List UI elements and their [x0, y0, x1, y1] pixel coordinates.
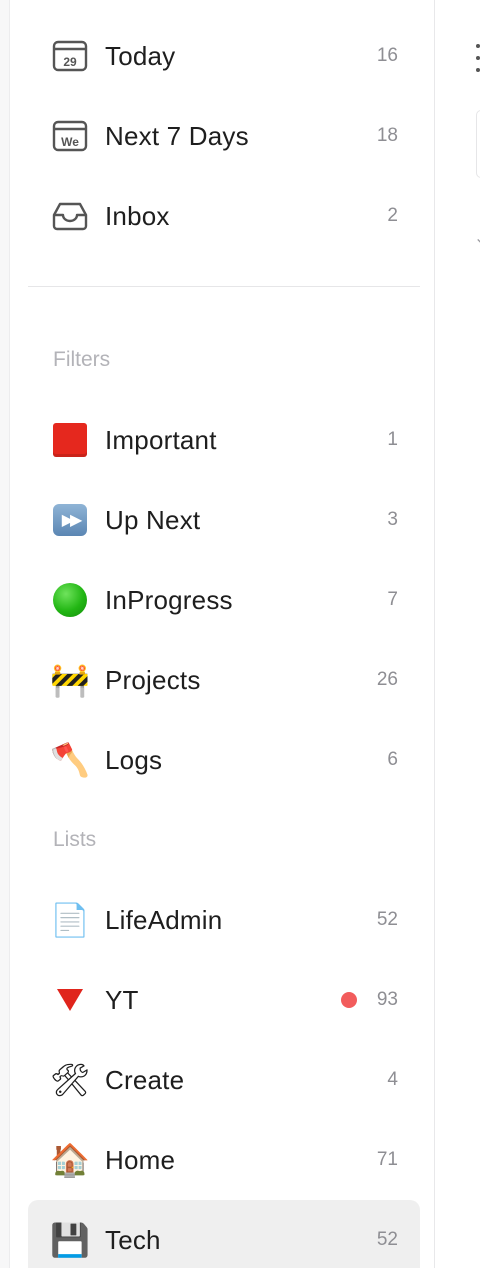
sidebar-item-label: Logs: [105, 744, 163, 775]
item-count: 52: [376, 909, 398, 930]
red-triangle-down-icon: [52, 982, 88, 1018]
sidebar-item-label: Important: [105, 424, 217, 455]
construction-barrier-icon: 🚧: [50, 662, 90, 698]
calendar-29-icon: 29: [52, 38, 88, 74]
document-icon: 📄: [50, 902, 90, 938]
inbox-tray-icon: [52, 198, 88, 234]
sidebar-item-yt[interactable]: YT 93: [28, 964, 420, 1036]
sidebar-item-projects[interactable]: 🚧 Projects 26: [28, 644, 420, 716]
sidebar-item-label: Inbox: [105, 200, 170, 231]
item-count: 16: [376, 45, 398, 66]
hammer-wrench-icon: 🛠: [49, 1062, 91, 1098]
task-pane-edge: ⌄: [436, 0, 480, 1268]
item-count: 52: [376, 1229, 398, 1250]
item-count: 4: [387, 1069, 398, 1090]
item-count: 71: [376, 1149, 398, 1170]
item-count: 1: [387, 429, 398, 450]
task-input-edge[interactable]: [476, 110, 480, 178]
sidebar-item-label: Home: [105, 1144, 176, 1175]
chevron-down-icon[interactable]: ⌄: [474, 228, 480, 248]
item-count: 93: [376, 989, 398, 1010]
sidebar-item-label: Projects: [105, 664, 201, 695]
sidebar-item-label: Create: [105, 1064, 185, 1095]
filters-section-title: Filters: [53, 348, 111, 371]
left-edge-strip: [0, 0, 10, 1268]
calendar-week-icon: We: [52, 118, 88, 154]
item-count: 6: [387, 749, 398, 770]
sidebar-item-tech[interactable]: 💾 Tech 52: [28, 1200, 420, 1268]
item-count: 3: [387, 509, 398, 530]
unread-dot: [341, 992, 357, 1008]
sidebar-item-up-next[interactable]: ▶▶ Up Next 3: [28, 484, 420, 556]
svg-text:29: 29: [63, 55, 77, 69]
sidebar-item-create[interactable]: 🛠 Create 4: [28, 1044, 420, 1116]
item-count: 7: [387, 589, 398, 610]
item-count: 26: [376, 669, 398, 690]
sidebar-item-label: Next 7 Days: [105, 120, 249, 151]
fast-forward-icon: ▶▶: [52, 502, 88, 538]
more-options-icon[interactable]: [476, 44, 480, 74]
svg-text:We: We: [61, 135, 79, 149]
sidebar-item-label: InProgress: [105, 584, 233, 615]
sidebar-item-label: YT: [105, 984, 139, 1015]
section-divider: [28, 286, 420, 287]
axe-icon: 🪓: [50, 742, 90, 778]
sidebar-item-label: Up Next: [105, 504, 201, 535]
sidebar-item-label: Today: [105, 40, 176, 71]
sidebar-item-next-7-days[interactable]: We Next 7 Days 18: [28, 100, 420, 172]
sidebar-item-lifeadmin[interactable]: 📄 LifeAdmin 52: [28, 884, 420, 956]
red-square-icon: [52, 422, 88, 458]
house-icon: 🏠: [50, 1142, 90, 1178]
sidebar-item-today[interactable]: 29 Today 16: [28, 20, 420, 92]
sidebar-item-home[interactable]: 🏠 Home 71: [28, 1124, 420, 1196]
sidebar: 29 Today 16 We Next 7 Days 18 Inbox 2 Fi…: [11, 0, 435, 1268]
sidebar-item-important[interactable]: Important 1: [28, 404, 420, 476]
sidebar-item-label: Tech: [105, 1224, 161, 1255]
floppy-disk-icon: 💾: [50, 1222, 90, 1258]
sidebar-item-logs[interactable]: 🪓 Logs 6: [28, 724, 420, 796]
sidebar-item-label: LifeAdmin: [105, 904, 223, 935]
sidebar-item-inprogress[interactable]: InProgress 7: [28, 564, 420, 636]
sidebar-item-inbox[interactable]: Inbox 2: [28, 180, 420, 252]
item-count: 2: [387, 205, 398, 226]
green-circle-icon: [52, 582, 88, 618]
item-count: 18: [376, 125, 398, 146]
lists-section-title: Lists: [53, 828, 97, 851]
